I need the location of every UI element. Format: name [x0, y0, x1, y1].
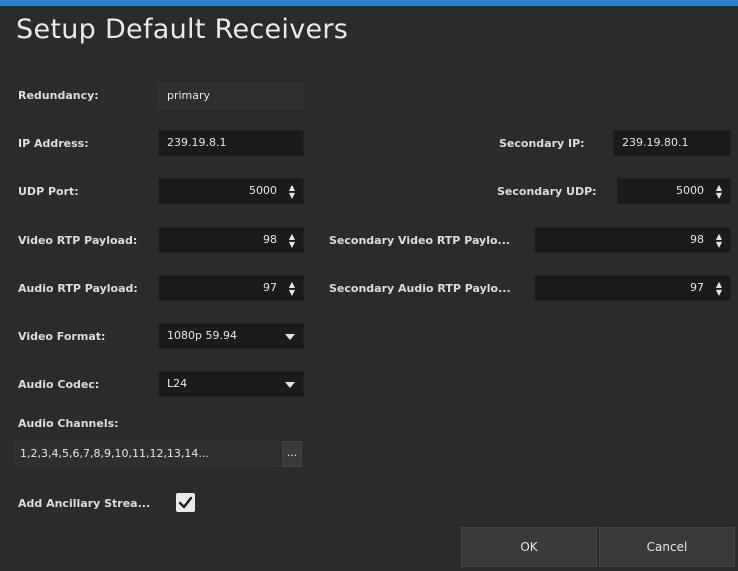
add-ancillary-label: Add Ancillary Strea... — [18, 497, 151, 510]
video-rtp-label: Video RTP Payload: — [18, 234, 138, 247]
audio-channels-field: 1,2,3,4,5,6,7,8,9,10,11,12,13,14... — [14, 441, 280, 467]
secondary-video-rtp-stepper-icon[interactable]: ▲ ▼ — [714, 233, 724, 249]
secondary-ip-label: Secondary IP: — [499, 137, 585, 150]
checkmark-icon — [178, 496, 193, 509]
secondary-udp-spinbox[interactable]: 5000 ▲ ▼ — [617, 178, 731, 204]
audio-channels-edit-button[interactable]: ... — [282, 441, 302, 467]
udp-port-stepper-icon[interactable]: ▲ ▼ — [287, 184, 297, 200]
audio-channels-label: Audio Channels: — [18, 417, 119, 430]
udp-port-spinbox[interactable]: 5000 ▲ ▼ — [158, 178, 304, 204]
chevron-down-icon — [285, 382, 295, 388]
secondary-ip-value: 239.19.80.1 — [622, 136, 689, 149]
video-format-select[interactable]: 1080p 59.94 — [158, 323, 304, 349]
video-rtp-value: 98 — [263, 233, 277, 246]
ip-address-label: IP Address: — [18, 137, 89, 150]
video-rtp-spinbox[interactable]: 98 ▲ ▼ — [158, 227, 304, 253]
secondary-audio-rtp-stepper-icon[interactable]: ▲ ▼ — [714, 281, 724, 297]
dialog-title: Setup Default Receivers — [16, 14, 349, 45]
video-format-value: 1080p 59.94 — [167, 329, 237, 342]
redundancy-label: Redundancy: — [18, 89, 99, 102]
ip-address-input[interactable]: 239.19.8.1 — [158, 130, 304, 156]
secondary-audio-rtp-label: Secondary Audio RTP Paylo... — [329, 282, 511, 295]
udp-port-label: UDP Port: — [18, 185, 79, 198]
redundancy-field: primary — [158, 83, 304, 109]
window-accent-bar — [0, 0, 738, 6]
secondary-ip-input[interactable]: 239.19.80.1 — [613, 130, 731, 156]
cancel-button[interactable]: Cancel — [599, 527, 735, 567]
secondary-udp-stepper-icon[interactable]: ▲ ▼ — [714, 184, 724, 200]
video-rtp-stepper-icon[interactable]: ▲ ▼ — [287, 233, 297, 249]
audio-codec-value: L24 — [167, 377, 188, 390]
add-ancillary-checkbox[interactable] — [176, 493, 195, 512]
redundancy-value: primary — [167, 89, 211, 102]
secondary-video-rtp-label: Secondary Video RTP Paylo... — [329, 234, 511, 247]
audio-codec-select[interactable]: L24 — [158, 371, 304, 397]
chevron-down-icon — [285, 334, 295, 340]
secondary-audio-rtp-value: 97 — [690, 281, 704, 294]
audio-rtp-stepper-icon[interactable]: ▲ ▼ — [287, 281, 297, 297]
audio-channels-value: 1,2,3,4,5,6,7,8,9,10,11,12,13,14... — [20, 447, 209, 460]
secondary-video-rtp-spinbox[interactable]: 98 ▲ ▼ — [534, 227, 731, 253]
udp-port-value: 5000 — [249, 184, 277, 197]
audio-rtp-label: Audio RTP Payload: — [18, 282, 138, 295]
audio-rtp-spinbox[interactable]: 97 ▲ ▼ — [158, 275, 304, 301]
ip-address-value: 239.19.8.1 — [167, 136, 227, 149]
secondary-audio-rtp-spinbox[interactable]: 97 ▲ ▼ — [534, 275, 731, 301]
audio-rtp-value: 97 — [263, 281, 277, 294]
ok-button[interactable]: OK — [461, 527, 597, 567]
secondary-video-rtp-value: 98 — [690, 233, 704, 246]
secondary-udp-label: Secondary UDP: — [497, 185, 597, 198]
audio-codec-label: Audio Codec: — [18, 378, 100, 391]
video-format-label: Video Format: — [18, 330, 106, 343]
secondary-udp-value: 5000 — [676, 184, 704, 197]
